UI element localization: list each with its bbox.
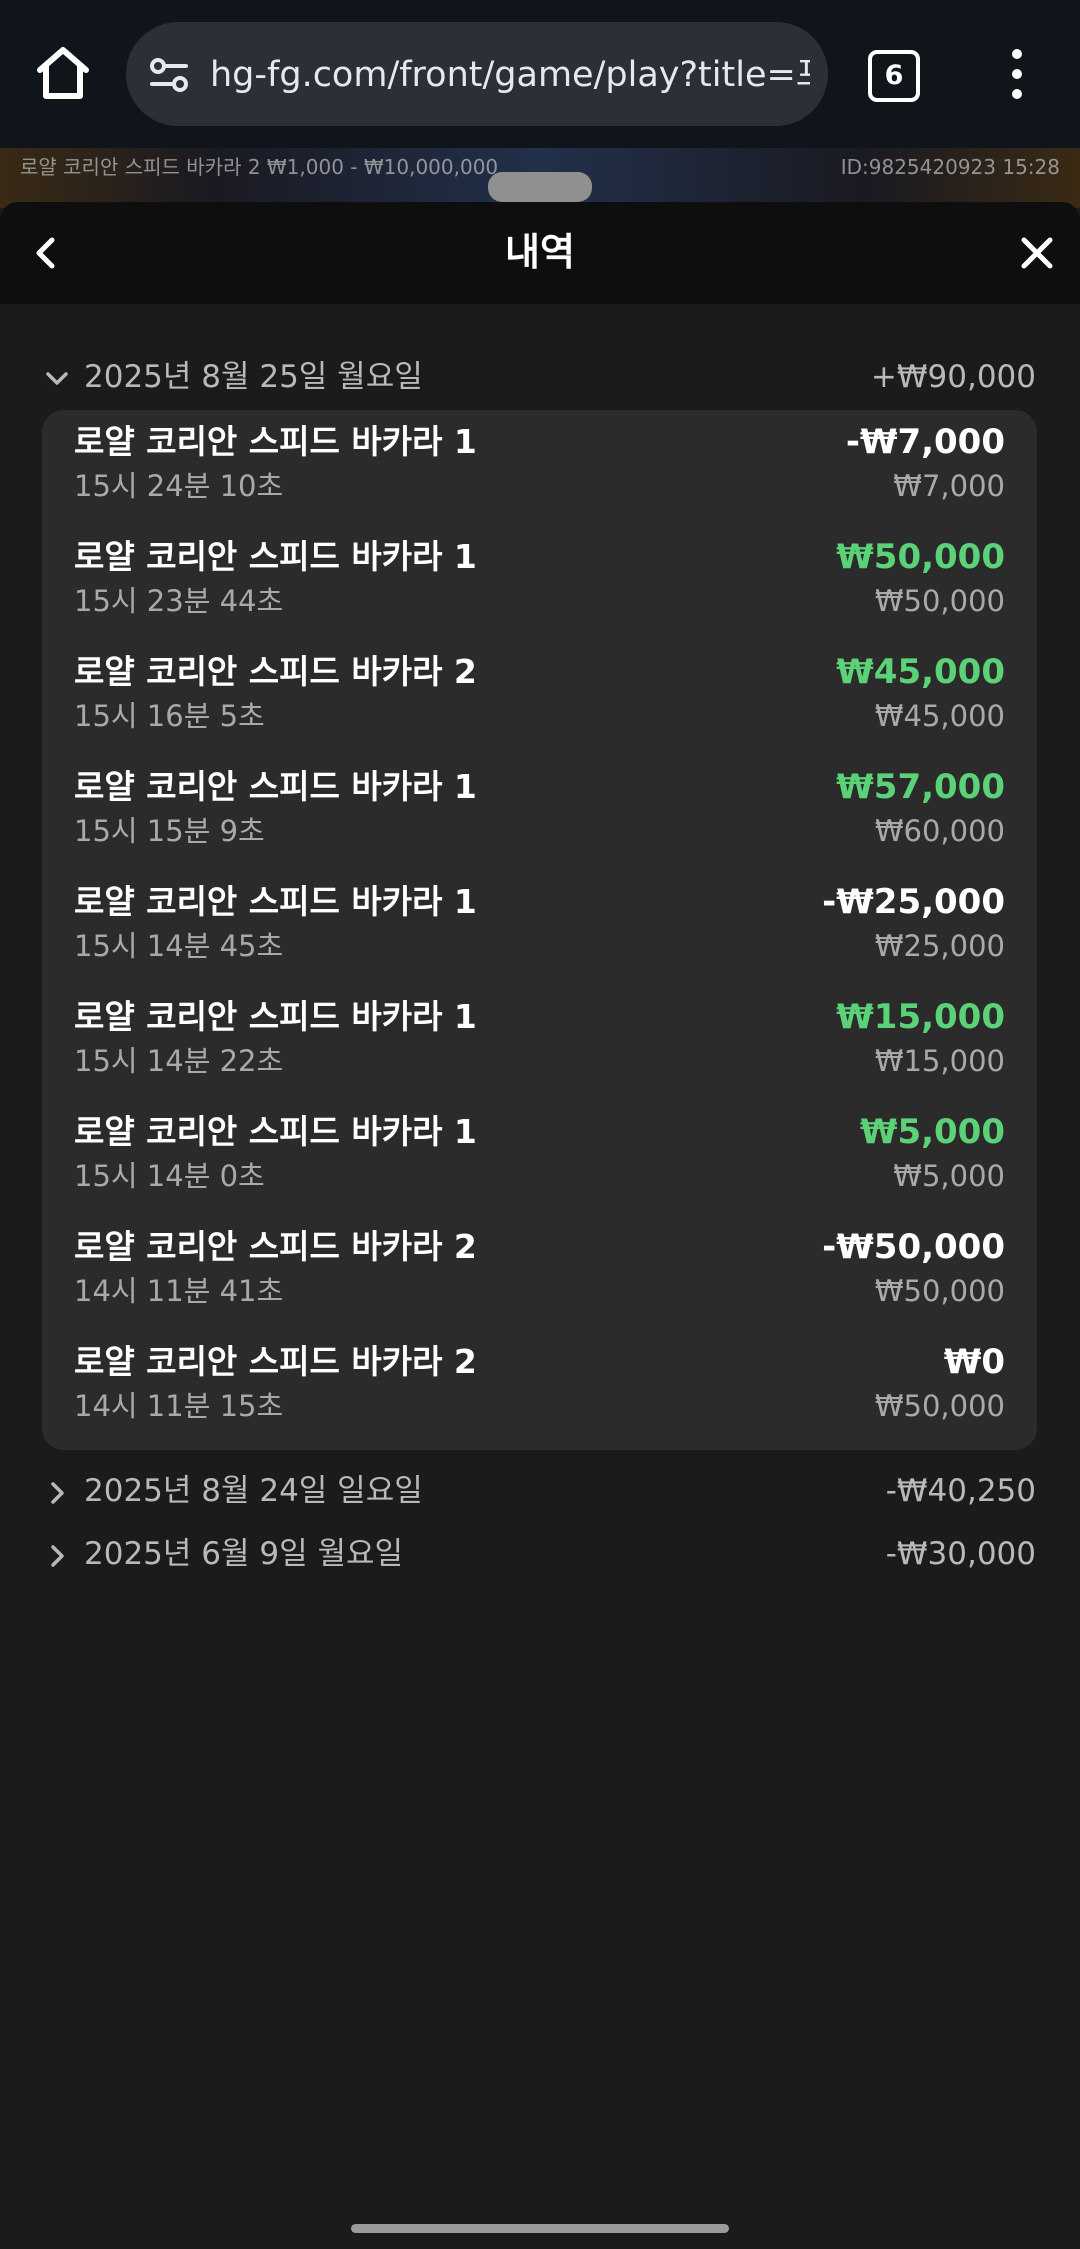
- transactions-card: 로얄 코리안 스피드 바카라 1 15시 24분 10초 -₩7,000 ₩7,…: [42, 410, 1037, 1450]
- url-text[interactable]: hg-fg.com/front/game/play?title=프: [210, 52, 810, 98]
- transaction-time: 15시 14분 22초: [74, 1044, 284, 1078]
- day-total: -₩30,000: [885, 1536, 1036, 1572]
- day-date: 2025년 8월 24일 일요일: [84, 1473, 423, 1509]
- transaction-time: 15시 24분 10초: [74, 469, 284, 503]
- game-name: 로얄 코리안 스피드 바카라 1: [74, 767, 477, 806]
- bet-amount: ₩7,000: [893, 469, 1005, 503]
- game-name: 로얄 코리안 스피드 바카라 1: [74, 422, 477, 461]
- day-group-header[interactable]: 2025년 8월 25일 월요일 +₩90,000: [0, 352, 1080, 402]
- bet-amount: ₩50,000: [874, 584, 1005, 618]
- transaction-result: ₩5,000: [859, 1112, 1005, 1152]
- transaction-result: ₩57,000: [836, 767, 1005, 807]
- gesture-home-indicator[interactable]: [351, 2224, 729, 2233]
- transaction-result: -₩7,000: [845, 422, 1005, 462]
- history-modal: 내역 2025년 8월 25일 월요일 +₩90,000 로얄 코리안 스피드 …: [0, 202, 1080, 2249]
- transaction-time: 15시 14분 0초: [74, 1159, 265, 1193]
- transaction-row[interactable]: 로얄 코리안 스피드 바카라 1 15시 15분 9초 ₩57,000 ₩60,…: [42, 755, 1037, 870]
- transaction-row[interactable]: 로얄 코리안 스피드 바카라 1 15시 23분 44초 ₩50,000 ₩50…: [42, 525, 1037, 640]
- chevron-down-icon: [42, 364, 72, 394]
- chevron-left-icon[interactable]: [26, 232, 68, 274]
- browser-toolbar: hg-fg.com/front/game/play?title=프 6: [0, 0, 1080, 148]
- transaction-row[interactable]: 로얄 코리안 스피드 바카라 2 14시 11분 41초 -₩50,000 ₩5…: [42, 1215, 1037, 1330]
- game-name: 로얄 코리안 스피드 바카라 2: [74, 652, 477, 691]
- game-name: 로얄 코리안 스피드 바카라 1: [74, 1112, 477, 1151]
- bet-amount: ₩5,000: [893, 1159, 1005, 1193]
- game-name: 로얄 코리안 스피드 바카라 1: [74, 997, 477, 1036]
- transaction-time: 14시 11분 41초: [74, 1274, 284, 1308]
- game-name: 로얄 코리안 스피드 바카라 1: [74, 882, 477, 921]
- transaction-row[interactable]: 로얄 코리안 스피드 바카라 1 15시 14분 45초 -₩25,000 ₩2…: [42, 870, 1037, 985]
- day-date: 2025년 6월 9일 월요일: [84, 1536, 404, 1572]
- transaction-time: 15시 14분 45초: [74, 929, 284, 963]
- day-group-header[interactable]: 2025년 8월 24일 일요일 -₩40,250: [0, 1466, 1080, 1516]
- transaction-row[interactable]: 로얄 코리안 스피드 바카라 1 15시 24분 10초 -₩7,000 ₩7,…: [42, 410, 1037, 525]
- day-group-header[interactable]: 2025년 6월 9일 월요일 -₩30,000: [0, 1529, 1080, 1579]
- transaction-time: 15시 23분 44초: [74, 584, 284, 618]
- game-table-info: 로얄 코리안 스피드 바카라 2 ₩1,000 - ₩10,000,000: [20, 155, 499, 179]
- day-total: -₩40,250: [885, 1473, 1036, 1509]
- transaction-result: ₩45,000: [836, 652, 1005, 692]
- transaction-row[interactable]: 로얄 코리안 스피드 바카라 2 14시 11분 15초 ₩0 ₩50,000: [42, 1330, 1037, 1445]
- transaction-result: ₩50,000: [836, 537, 1005, 577]
- transaction-row[interactable]: 로얄 코리안 스피드 바카라 1 15시 14분 0초 ₩5,000 ₩5,00…: [42, 1100, 1037, 1215]
- address-bar[interactable]: hg-fg.com/front/game/play?title=프: [126, 22, 828, 126]
- home-icon[interactable]: [30, 40, 96, 106]
- transaction-result: ₩15,000: [836, 997, 1005, 1037]
- bet-amount: ₩50,000: [874, 1389, 1005, 1423]
- bet-amount: ₩15,000: [874, 1044, 1005, 1078]
- more-vert-icon[interactable]: [1000, 46, 1034, 102]
- day-date: 2025년 8월 25일 월요일: [84, 359, 423, 395]
- game-name: 로얄 코리안 스피드 바카라 2: [74, 1227, 477, 1266]
- transaction-result: -₩50,000: [822, 1227, 1005, 1267]
- bet-amount: ₩50,000: [874, 1274, 1005, 1308]
- game-background: 로얄 코리안 스피드 바카라 2 ₩1,000 - ₩10,000,000 ID…: [0, 148, 1080, 208]
- bet-amount: ₩45,000: [874, 699, 1005, 733]
- transaction-time: 15시 15분 9초: [74, 814, 265, 848]
- bet-amount: ₩25,000: [874, 929, 1005, 963]
- transaction-result: -₩25,000: [822, 882, 1005, 922]
- transaction-row[interactable]: 로얄 코리안 스피드 바카라 2 15시 16분 5초 ₩45,000 ₩45,…: [42, 640, 1037, 755]
- modal-header: 내역: [0, 202, 1080, 304]
- game-name: 로얄 코리안 스피드 바카라 2: [74, 1342, 477, 1381]
- site-settings-icon[interactable]: [146, 52, 192, 98]
- transaction-row[interactable]: 로얄 코리안 스피드 바카라 1 15시 14분 22초 ₩15,000 ₩15…: [42, 985, 1037, 1100]
- close-icon[interactable]: [1016, 232, 1058, 274]
- chevron-right-icon: [42, 1541, 72, 1571]
- transaction-time: 14시 11분 15초: [74, 1389, 284, 1423]
- game-round-id: ID:9825420923 15:28: [840, 155, 1060, 179]
- game-name: 로얄 코리안 스피드 바카라 1: [74, 537, 477, 576]
- transaction-result: ₩0: [943, 1342, 1005, 1382]
- chevron-right-icon: [42, 1478, 72, 1508]
- bet-amount: ₩60,000: [874, 814, 1005, 848]
- modal-title: 내역: [505, 230, 575, 274]
- day-total: +₩90,000: [870, 359, 1036, 395]
- game-logo: [488, 172, 592, 202]
- transaction-time: 15시 16분 5초: [74, 699, 265, 733]
- tab-switcher-button[interactable]: 6: [868, 50, 920, 102]
